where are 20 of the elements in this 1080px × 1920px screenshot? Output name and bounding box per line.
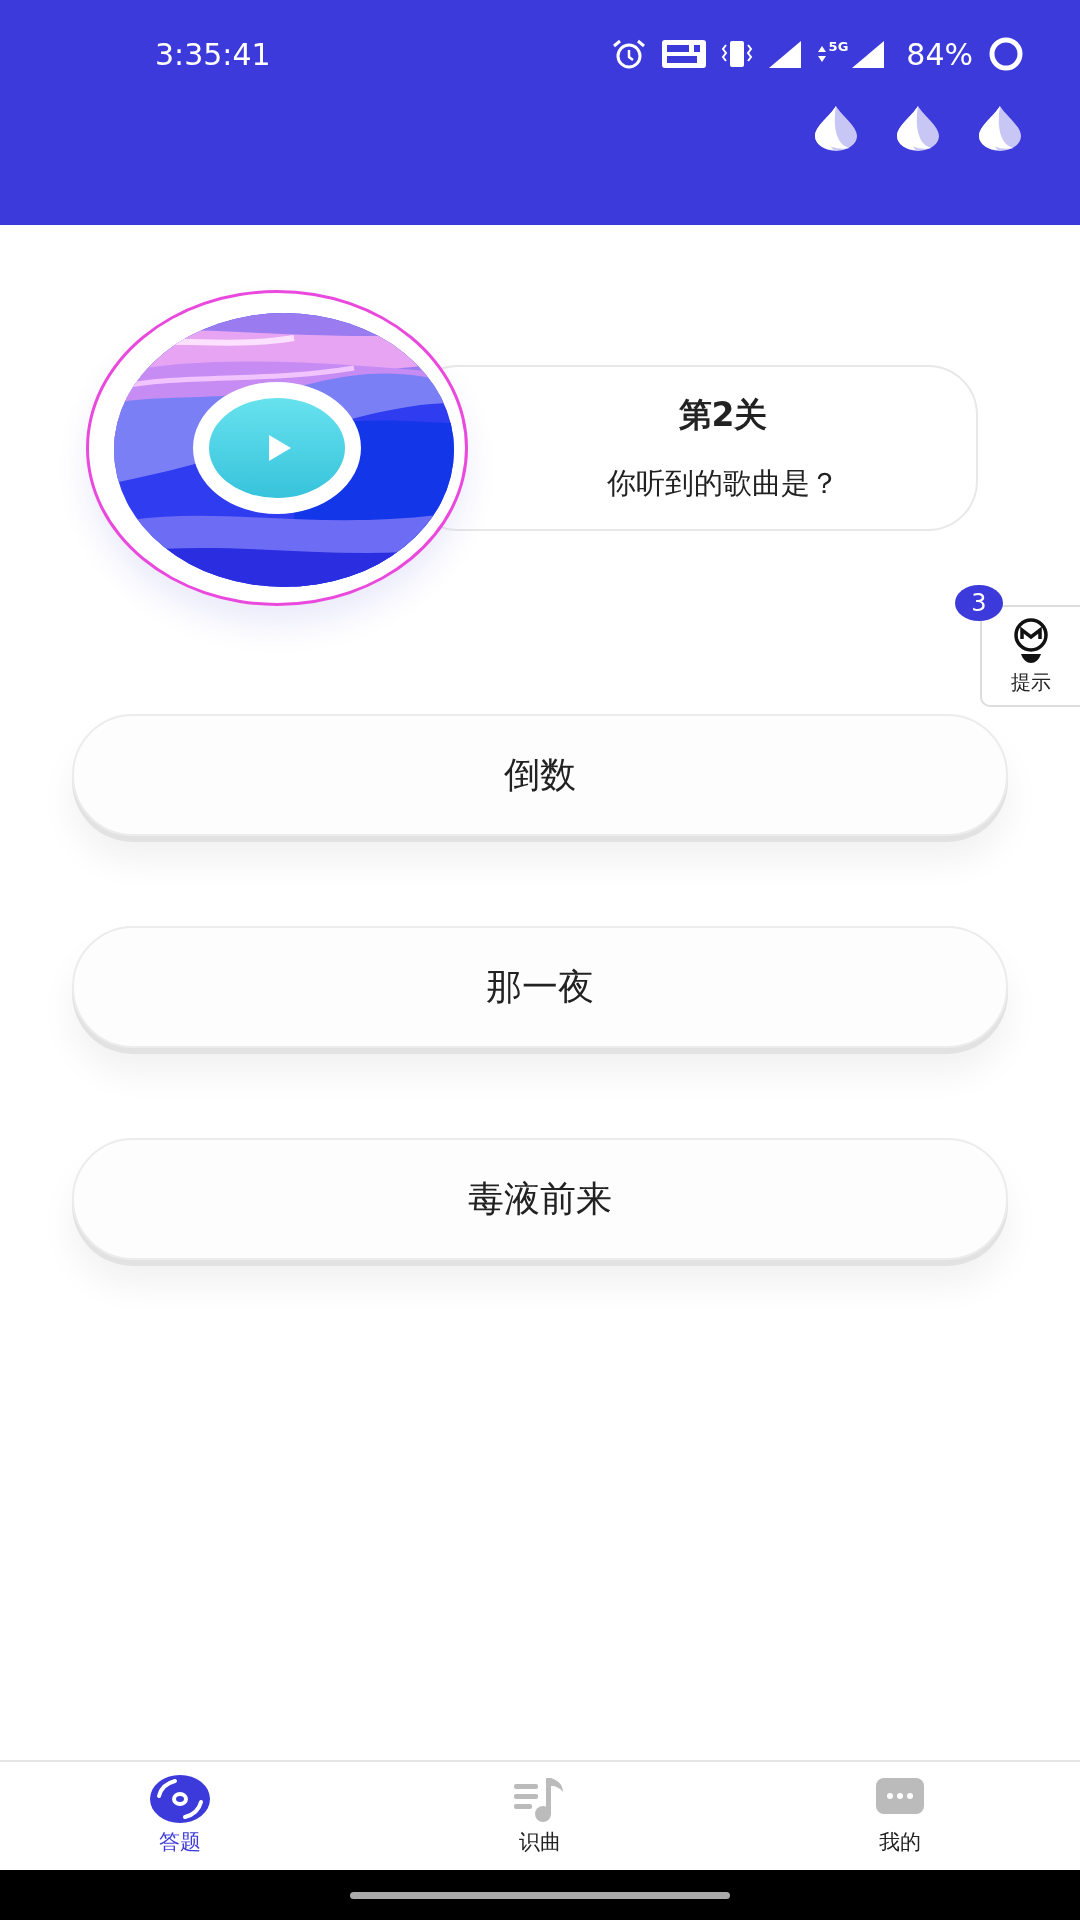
- hint-count-badge: 3: [955, 585, 1003, 621]
- battery-ring-icon: [987, 35, 1025, 73]
- question-text: 你听到的歌曲是？: [607, 464, 839, 502]
- nav-tab[interactable]: 我的: [720, 1762, 1080, 1870]
- disc-icon: [149, 1774, 211, 1824]
- drop-icon: [812, 104, 860, 152]
- nav-tab[interactable]: 识曲: [360, 1762, 720, 1870]
- alarm-icon: [610, 38, 647, 70]
- drop-icon: [976, 104, 1024, 152]
- data-arrows-icon: [816, 45, 827, 63]
- network-type: 5G: [828, 39, 849, 54]
- signal-icon: [850, 39, 887, 69]
- level-title: 第2关: [678, 393, 768, 436]
- drop-icon: [894, 104, 942, 152]
- status-time: 3:35:41: [155, 36, 271, 72]
- battery-percent: 84%: [906, 36, 973, 72]
- nav-tab[interactable]: 答题: [0, 1762, 360, 1870]
- vibrate-icon: [720, 39, 753, 69]
- volte-icon: [660, 39, 707, 69]
- home-indicator[interactable]: [350, 1891, 730, 1899]
